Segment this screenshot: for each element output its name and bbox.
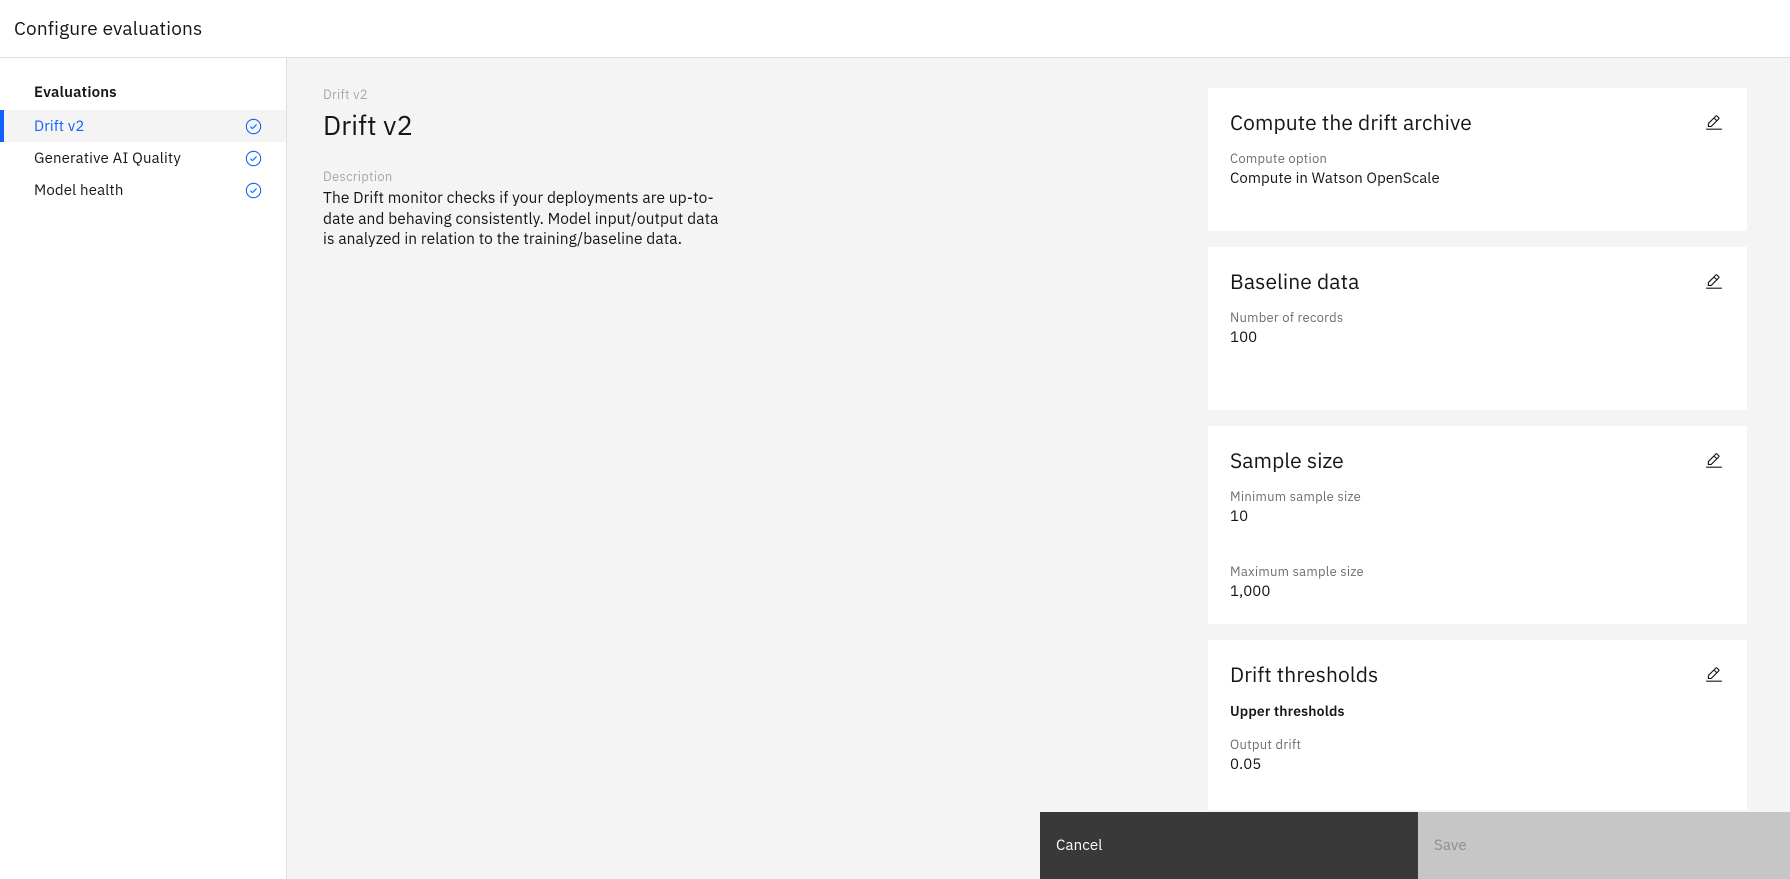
card-title: Baseline data [1230, 267, 1360, 295]
checkmark-outline-icon [245, 118, 262, 135]
sidebar-item-generative-ai-quality[interactable]: Generative AI Quality [0, 142, 286, 174]
field-value: 1,000 [1230, 582, 1271, 601]
field-minimum-sample-size: Minimum sample size 10 [1230, 488, 1725, 527]
sidebar-item-drift-v2[interactable]: Drift v2 [0, 110, 286, 142]
card-body: Upper thresholds Output drift 0.05 [1230, 702, 1725, 775]
settings-panel: Compute the drift archive Compute option… [1208, 58, 1790, 879]
edit-baseline-data-button[interactable] [1703, 271, 1725, 293]
evaluation-title: Drift v2 [323, 108, 413, 143]
description-label: Description [323, 168, 393, 185]
card-body: Minimum sample size 10 Maximum sample si… [1230, 488, 1725, 602]
card-baseline-data: Baseline data Number of records 100 [1208, 247, 1747, 410]
card-header: Baseline data [1230, 267, 1725, 295]
sidebar-item-label: Generative AI Quality [34, 148, 181, 168]
edit-sample-size-button[interactable] [1703, 450, 1725, 472]
card-body: Compute option Compute in Watson OpenSca… [1230, 150, 1725, 189]
card-header: Sample size [1230, 446, 1725, 474]
field-number-of-records: Number of records 100 [1230, 309, 1725, 348]
field-compute-option: Compute option Compute in Watson OpenSca… [1230, 150, 1725, 189]
card-drift-thresholds: Drift thresholds Upper thresholds Output… [1208, 640, 1747, 810]
edit-pencil-icon [1706, 453, 1722, 468]
cancel-button[interactable]: Cancel [1040, 812, 1418, 879]
breadcrumb: Drift v2 [323, 86, 368, 103]
save-button[interactable]: Save [1418, 812, 1790, 879]
card-title: Compute the drift archive [1230, 108, 1472, 136]
field-value: 0.05 [1230, 755, 1262, 774]
edit-compute-the-drift-archive-button[interactable] [1703, 112, 1725, 134]
card-header: Drift thresholds [1230, 660, 1725, 688]
card-sample-size: Sample size Minimum sample size 10 Maxim… [1208, 426, 1747, 624]
description-text: The Drift monitor checks if your deploym… [323, 188, 719, 249]
page-header: Configure evaluations [0, 0, 1790, 58]
edit-pencil-icon [1706, 274, 1722, 289]
field-output-drift: Output drift 0.05 [1230, 736, 1725, 775]
checkmark-outline-icon [245, 150, 262, 167]
evaluations-sidebar: Evaluations Drift v2 Generative AI Quali… [0, 58, 287, 879]
sidebar-item-label: Model health [34, 180, 124, 200]
card-header: Compute the drift archive [1230, 108, 1725, 136]
upper-thresholds-subheading: Upper thresholds [1230, 702, 1345, 720]
field-label: Output drift [1230, 736, 1302, 753]
sidebar-list: Drift v2 Generative AI Quality Model hea… [0, 110, 286, 206]
field-label: Compute option [1230, 150, 1328, 167]
page-body: Evaluations Drift v2 Generative AI Quali… [0, 58, 1790, 879]
card-title: Drift thresholds [1230, 660, 1379, 688]
field-label: Minimum sample size [1230, 488, 1362, 505]
card-body: Number of records 100 [1230, 309, 1725, 348]
card-compute-the-drift-archive: Compute the drift archive Compute option… [1208, 88, 1747, 231]
configure-evaluations-page: Configure evaluations Evaluations Drift … [0, 0, 1790, 879]
field-label: Maximum sample size [1230, 563, 1364, 580]
field-value: 10 [1230, 507, 1249, 526]
field-value: Compute in Watson OpenScale [1230, 169, 1440, 188]
page-title: Configure evaluations [14, 16, 203, 41]
field-label: Number of records [1230, 309, 1344, 326]
edit-pencil-icon [1706, 115, 1722, 130]
checkmark-outline-icon [245, 182, 262, 199]
sidebar-heading: Evaluations [34, 83, 117, 102]
card-title: Sample size [1230, 446, 1344, 474]
edit-pencil-icon [1706, 667, 1722, 682]
edit-drift-thresholds-button[interactable] [1703, 664, 1725, 686]
field-maximum-sample-size: Maximum sample size 1,000 [1230, 563, 1725, 602]
sidebar-item-model-health[interactable]: Model health [0, 174, 286, 206]
action-bar: Cancel Save [1040, 812, 1790, 879]
field-value: 100 [1230, 328, 1258, 347]
evaluation-detail: Drift v2 Drift v2 Description The Drift … [287, 58, 1208, 879]
sidebar-item-label: Drift v2 [34, 116, 85, 136]
